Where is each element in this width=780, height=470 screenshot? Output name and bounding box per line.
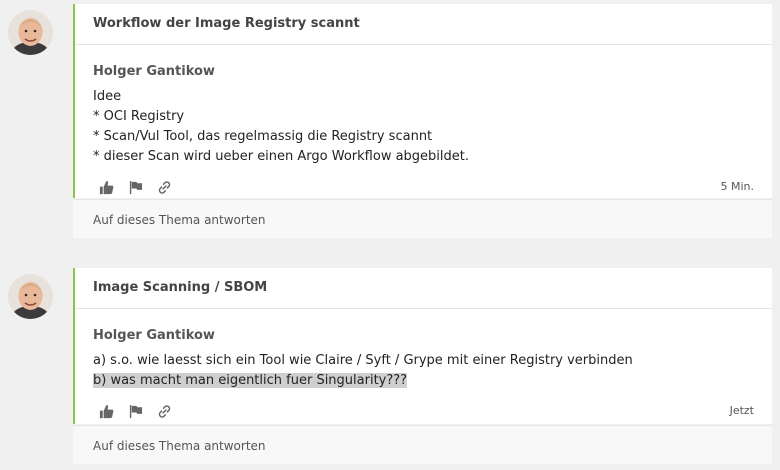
post-actions: Jetzt — [75, 396, 772, 428]
flag-icon[interactable] — [126, 402, 144, 420]
post-line: b) was macht man eigentlich fuer Singula… — [93, 371, 754, 391]
post-time[interactable]: Jetzt — [730, 404, 754, 417]
selected-text: b) was macht man eigentlich fuer Singula… — [93, 373, 408, 388]
link-icon[interactable] — [155, 178, 173, 196]
flag-icon[interactable] — [126, 178, 144, 196]
post-card: Workflow der Image Registry scannt Holge… — [73, 4, 772, 198]
reply-button[interactable]: Auf dieses Thema antworten — [73, 199, 772, 238]
avatar[interactable] — [8, 10, 53, 55]
post-line: * dieser Scan wird ueber einen Argo Work… — [93, 149, 470, 164]
reply-button[interactable]: Auf dieses Thema antworten — [73, 425, 772, 464]
post-body: a) s.o. wie laesst sich ein Tool wie Cla… — [75, 343, 772, 391]
post-line: * OCI Registry — [93, 109, 185, 124]
post-line: * Scan/Vul Tool, das regelmassig die Reg… — [93, 129, 433, 144]
post-card: Image Scanning / SBOM Holger Gantikow a)… — [73, 268, 772, 424]
post-author[interactable]: Holger Gantikow — [75, 309, 772, 343]
post-line: Idee — [93, 89, 122, 104]
topic-title[interactable]: Workflow der Image Registry scannt — [75, 4, 772, 45]
thumbs-up-icon[interactable] — [97, 402, 115, 420]
post-time[interactable]: 5 Min. — [720, 180, 754, 193]
post-body: Idee * OCI Registry * Scan/Vul Tool, das… — [75, 79, 772, 167]
thumbs-up-icon[interactable] — [97, 178, 115, 196]
link-icon[interactable] — [155, 402, 173, 420]
topic-title[interactable]: Image Scanning / SBOM — [75, 268, 772, 309]
avatar[interactable] — [8, 274, 53, 319]
post-line: a) s.o. wie laesst sich ein Tool wie Cla… — [93, 353, 633, 368]
post-author[interactable]: Holger Gantikow — [75, 45, 772, 79]
